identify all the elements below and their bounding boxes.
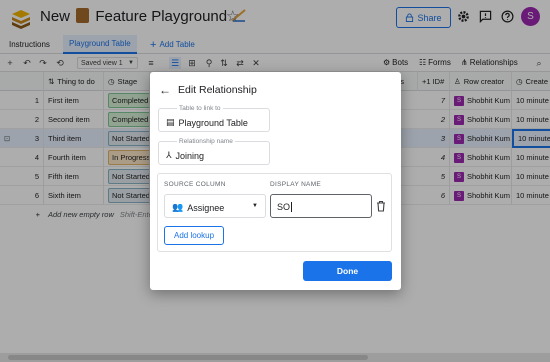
people-icon: 👥 — [172, 202, 184, 212]
table-to-link-label: Table to link to — [177, 105, 223, 112]
trash-icon[interactable] — [376, 200, 386, 212]
relationship-name-label: Relationship name — [177, 138, 235, 145]
table-to-link-field[interactable]: Table to link to ▤ Playground Table — [158, 105, 270, 132]
display-name-header: DISPLAY NAME — [270, 181, 322, 188]
done-button[interactable]: Done — [303, 261, 392, 281]
add-lookup-button[interactable]: Add lookup — [164, 226, 224, 245]
relationship-name-value: Joining — [175, 150, 205, 161]
lookup-section: SOURCE COLUMN DISPLAY NAME 👥 Assignee ▼ … — [157, 173, 392, 252]
chevron-down-icon: ▼ — [252, 203, 258, 209]
table-icon: ▤ — [166, 117, 175, 127]
dialog-title: Edit Relationship — [178, 84, 257, 96]
relationship-name-field[interactable]: Relationship name ⅄ Joining — [158, 138, 270, 165]
source-column-header: SOURCE COLUMN — [164, 181, 226, 188]
source-column-select[interactable]: 👥 Assignee ▼ — [164, 194, 266, 218]
edit-relationship-dialog: ← Edit Relationship Table to link to ▤ P… — [150, 72, 401, 290]
back-arrow-icon[interactable]: ← — [159, 83, 171, 97]
text-cursor — [291, 202, 293, 212]
table-to-link-value: Playground Table — [178, 117, 248, 128]
display-name-value: SO — [277, 202, 291, 212]
merge-icon: ⅄ — [166, 150, 172, 160]
display-name-input[interactable]: SO — [270, 194, 372, 218]
source-column-value: Assignee — [187, 202, 225, 213]
